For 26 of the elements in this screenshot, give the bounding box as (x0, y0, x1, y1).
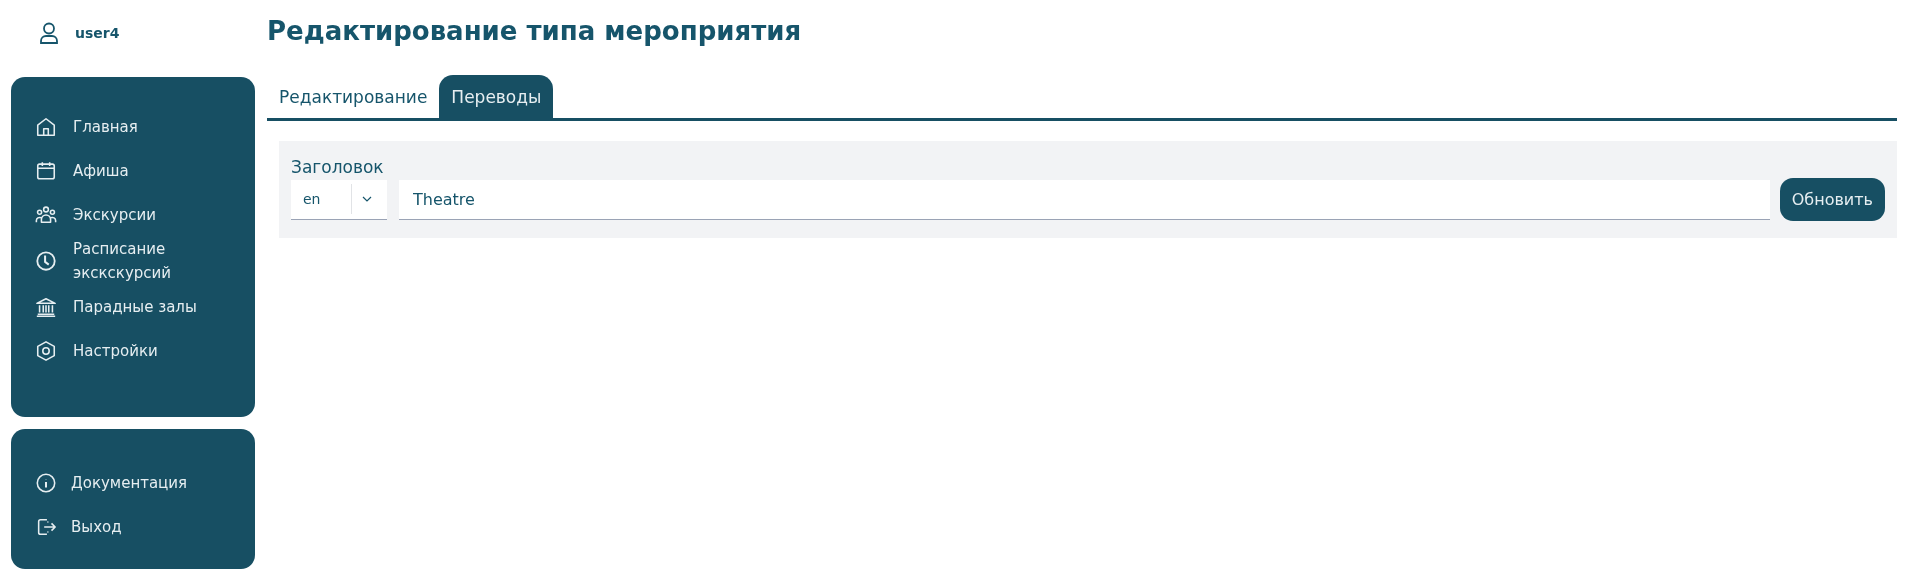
field-label: Заголовок (291, 156, 385, 178)
sidebar-item[interactable]: Экскурсии (35, 193, 255, 237)
clock-icon (35, 250, 57, 272)
sidebar-item[interactable]: Документация (35, 461, 255, 505)
tab[interactable]: Редактирование (267, 75, 440, 118)
sidebar-item[interactable]: Выход (35, 505, 255, 549)
sidebar-item[interactable]: Настройки (35, 329, 255, 373)
calendar-icon (35, 160, 57, 182)
user-name[interactable]: user4 (75, 25, 120, 41)
update-button[interactable]: Обновить (1779, 178, 1885, 221)
building-icon (35, 296, 57, 318)
page-title: Редактирование типа мероприятия (267, 16, 803, 48)
people-icon (35, 204, 57, 226)
sidebar-item[interactable]: Главная (35, 105, 255, 149)
home-icon (35, 116, 57, 138)
chevron-down-icon (362, 196, 372, 202)
title-input[interactable]: Theatre (399, 179, 1770, 220)
tab[interactable]: Переводы (439, 75, 554, 118)
exit-icon (35, 516, 57, 538)
sidebar-item[interactable]: Афиша (35, 149, 255, 193)
info-icon (35, 472, 57, 494)
language-select[interactable]: en (291, 179, 387, 220)
sidebar-item[interactable]: Парадные залы (35, 285, 255, 329)
hexagon-icon (35, 340, 57, 362)
sidebar-item[interactable]: Расписание экскскурсий (35, 237, 255, 285)
user-icon (39, 22, 59, 44)
